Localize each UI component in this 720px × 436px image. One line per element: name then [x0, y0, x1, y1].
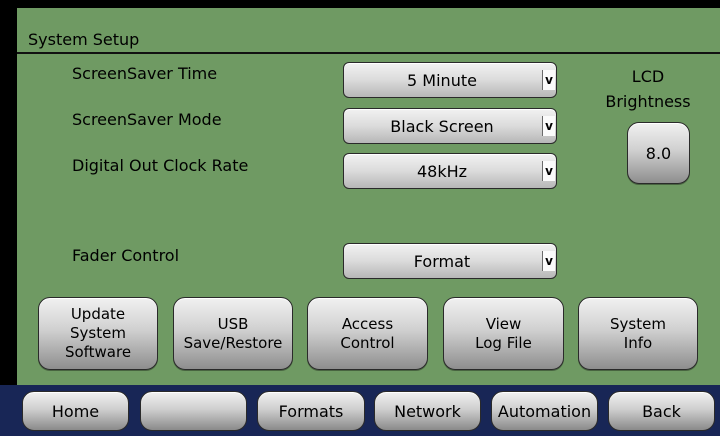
chevron-down-icon: v [542, 70, 555, 90]
screensaver-mode-value: Black Screen [390, 116, 494, 136]
nav-back-button[interactable]: Back [608, 391, 715, 431]
screen: System Setup ScreenSaver Time 5 Minute v… [0, 0, 720, 436]
chevron-down-icon: v [542, 251, 555, 271]
nav-home-button[interactable]: Home [22, 391, 129, 431]
screensaver-time-dropdown[interactable]: 5 Minute v [343, 62, 557, 98]
update-system-software-button[interactable]: Update System Software [38, 297, 158, 370]
screensaver-time-label: ScreenSaver Time [72, 64, 218, 83]
lcd-brightness-label: LCD Brightness [596, 64, 700, 114]
screensaver-mode-dropdown[interactable]: Black Screen v [343, 108, 557, 144]
usb-save-restore-button[interactable]: USB Save/Restore [173, 297, 293, 370]
access-control-button[interactable]: Access Control [307, 297, 428, 370]
nav-formats-button[interactable]: Formats [257, 391, 365, 431]
screensaver-time-value: 5 Minute [407, 70, 477, 90]
nav-automation-button[interactable]: Automation [491, 391, 598, 431]
lcd-label-line1: LCD [631, 67, 665, 86]
digital-out-clock-rate-value: 48kHz [416, 161, 468, 181]
nav-network-button[interactable]: Network [374, 391, 481, 431]
chevron-down-icon: v [542, 116, 555, 136]
title-divider [17, 52, 720, 54]
digital-out-clock-rate-dropdown[interactable]: 48kHz v [343, 153, 557, 189]
digital-out-clock-rate-label: Digital Out Clock Rate [72, 156, 249, 175]
nav-blank-button[interactable] [140, 391, 247, 431]
fader-control-label: Fader Control [72, 246, 180, 265]
screensaver-mode-label: ScreenSaver Mode [72, 110, 222, 129]
fader-control-value: Format [413, 251, 471, 271]
panel-title: System Setup [28, 30, 140, 49]
chevron-down-icon: v [542, 161, 555, 181]
system-info-button[interactable]: System Info [578, 297, 698, 370]
view-log-file-button[interactable]: View Log File [443, 297, 564, 370]
lcd-brightness-button[interactable]: 8.0 [627, 122, 690, 184]
lcd-label-line2: Brightness [605, 92, 691, 111]
fader-control-dropdown[interactable]: Format v [343, 243, 557, 279]
